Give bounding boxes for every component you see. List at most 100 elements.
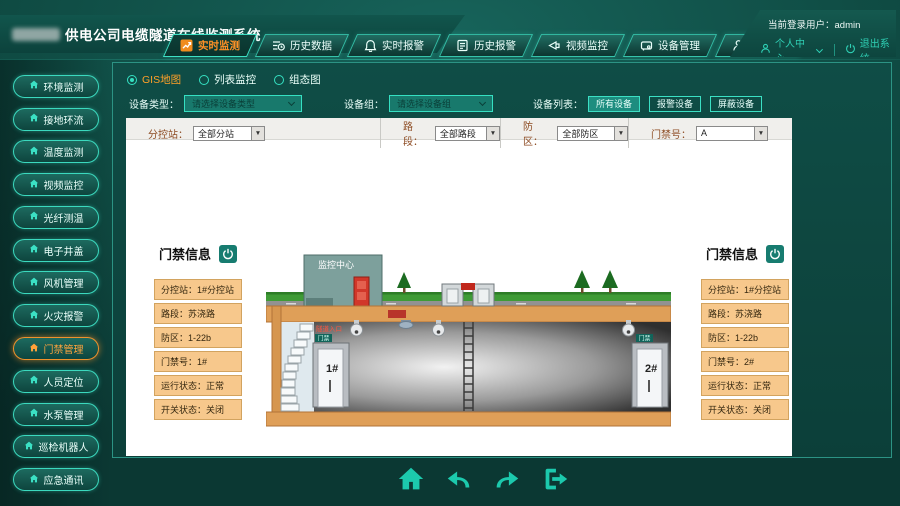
home-icon xyxy=(29,244,39,256)
station-value: 全部分站 xyxy=(198,127,234,140)
sidebar-item-fan-manage[interactable]: 风机管理 xyxy=(13,271,99,294)
road-select[interactable]: 全部路段▼ xyxy=(435,126,500,141)
dropdown-arrow-icon: ▼ xyxy=(754,127,767,140)
shielded-devices-button[interactable]: 屏蔽设备 xyxy=(710,96,762,112)
door-tag: 门禁 xyxy=(638,335,650,343)
radio-schematic[interactable]: 组态图 xyxy=(274,72,321,87)
tab-device-manage[interactable]: 设备管理 xyxy=(623,34,717,57)
station-filter-label: 分控站： xyxy=(148,126,188,141)
door-info-row: 运行状态：正常 xyxy=(701,375,789,396)
zone-select[interactable]: 全部防区▼ xyxy=(557,126,628,141)
tab-label: 设备管理 xyxy=(658,38,700,53)
home-icon xyxy=(29,277,39,289)
door-info-row: 开关状态：关闭 xyxy=(154,399,242,420)
door-power-button[interactable] xyxy=(219,245,237,263)
sidebar-item-fire-alarm[interactable]: 火灾报警 xyxy=(13,304,99,327)
main-panel: GIS地图 列表监控 组态图 设备类型： 请选择设备类型 设备组： 请选择设备组… xyxy=(112,62,892,458)
logout-link[interactable]: 退出系统 xyxy=(860,35,896,65)
undo-button[interactable] xyxy=(442,462,476,496)
station-select[interactable]: 全部分站 ▼ xyxy=(193,126,265,141)
sidebar-item-temp-monitor[interactable]: 温度监测 xyxy=(13,140,99,163)
door-number: 2# xyxy=(645,363,657,375)
door-info-title: 门禁信息 xyxy=(706,244,758,263)
sidebar-item-door-access[interactable]: 门禁管理 xyxy=(13,337,99,360)
sidebar-item-label: 应急通讯 xyxy=(44,472,84,487)
tab-history-data[interactable]: 历史数据 xyxy=(255,34,349,57)
radio-list-monitor[interactable]: 列表监控 xyxy=(199,72,256,87)
tab-realtime-alarm[interactable]: 实时报警 xyxy=(347,34,441,57)
ceiling-sign xyxy=(388,310,406,318)
tab-label: 历史报警 xyxy=(474,38,516,53)
current-user-label: 当前登录用户：admin xyxy=(768,17,896,31)
sidebar-item-label: 火灾报警 xyxy=(44,308,84,323)
device-filter-row: 设备类型： 请选择设备类型 设备组： 请选择设备组 设备列表： 所有设备 报警设… xyxy=(129,95,771,112)
tab-video-monitor[interactable]: 视频监控 xyxy=(531,34,625,57)
tree xyxy=(602,270,618,293)
dropdown-arrow-icon: ▼ xyxy=(251,127,264,140)
sidebar-item-label: 门禁管理 xyxy=(44,341,84,356)
radio-gis-map[interactable]: GIS地图 xyxy=(127,72,181,87)
sidebar-item-label: 光纤测温 xyxy=(44,210,84,225)
realtime-monitor-icon xyxy=(180,39,193,52)
footer-nav xyxy=(112,462,854,496)
sidebar-item-personnel-locate[interactable]: 人员定位 xyxy=(13,370,99,393)
all-devices-button[interactable]: 所有设备 xyxy=(588,96,640,112)
power-icon xyxy=(845,43,856,57)
door-info-row: 门禁号：2# xyxy=(701,351,789,372)
sidebar-item-label: 接地环流 xyxy=(44,112,84,127)
sidebar-item-label: 水泵管理 xyxy=(44,407,84,422)
dropdown-arrow-icon: ▼ xyxy=(486,127,499,140)
tab-history-alarm[interactable]: 历史报警 xyxy=(439,34,533,57)
door-power-button[interactable] xyxy=(766,245,784,263)
door-info-row: 门禁号：1# xyxy=(154,351,242,372)
history-data-icon xyxy=(272,39,285,52)
tab-realtime-monitor[interactable]: 实时监测 xyxy=(163,34,257,57)
redo-button[interactable] xyxy=(490,462,524,496)
tunnel-bottom-slab xyxy=(266,412,671,426)
sidebar-item-label: 人员定位 xyxy=(44,374,84,389)
ceiling-lamp-icon xyxy=(399,320,413,329)
door-no-select[interactable]: A▼ xyxy=(696,126,768,141)
door-number: 1# xyxy=(326,363,338,375)
device-group-label: 设备组： xyxy=(344,96,384,111)
main-nav-tabs: 实时监测 历史数据 实时报警 历史报警 xyxy=(168,34,804,57)
chevron-down-icon xyxy=(288,99,295,106)
sidebar-item-manhole-cover[interactable]: 电子井盖 xyxy=(13,239,99,262)
device-type-value: 请选择设备类型 xyxy=(192,97,255,110)
door-2[interactable]: 门禁 2# xyxy=(632,334,668,407)
door-info-row: 分控站：1#分控站 xyxy=(701,279,789,300)
sidebar-item-patrol-robot[interactable]: 巡检机器人 xyxy=(13,435,99,458)
home-icon xyxy=(29,310,39,322)
user-area: 当前登录用户：admin 个人中心 退出系统 xyxy=(730,10,896,57)
home-icon xyxy=(29,80,39,92)
door-info-row: 运行状态：正常 xyxy=(154,375,242,396)
radio-dot xyxy=(274,75,284,85)
door-info-panel-1: 门禁信息 分控站：1#分控站 路段：苏浇路 防区：1-22b 门禁号：1# 运行… xyxy=(154,244,242,420)
chevron-down-icon xyxy=(816,46,823,53)
door-info-row: 路段：苏浇路 xyxy=(701,303,789,324)
device-group-select[interactable]: 请选择设备组 xyxy=(389,95,493,112)
view-switch: GIS地图 列表监控 组态图 xyxy=(127,72,321,87)
sidebar-item-label: 风机管理 xyxy=(44,275,84,290)
exit-button[interactable] xyxy=(538,462,572,496)
sidebar-item-ground-current[interactable]: 接地环流 xyxy=(13,108,99,131)
door-info-panel-2: 门禁信息 分控站：1#分控站 路段：苏浇路 防区：1-22b 门禁号：2# 运行… xyxy=(701,244,789,420)
home-button[interactable] xyxy=(394,462,428,496)
door-info-row: 开关状态：关闭 xyxy=(701,399,789,420)
home-icon xyxy=(29,179,39,191)
sidebar-item-fiber-temp[interactable]: 光纤测温 xyxy=(13,206,99,229)
door-info-row: 路段：苏浇路 xyxy=(154,303,242,324)
device-type-select[interactable]: 请选择设备类型 xyxy=(184,95,302,112)
zone-value: 全部防区 xyxy=(562,127,598,140)
door-tag: 门禁 xyxy=(317,335,329,343)
home-icon xyxy=(29,408,39,420)
profile-link[interactable]: 个人中心 xyxy=(775,35,811,65)
alarm-devices-button[interactable]: 报警设备 xyxy=(649,96,701,112)
device-icon xyxy=(640,39,653,52)
sidebar-item-video-monitor[interactable]: 视频监控 xyxy=(13,173,99,196)
tunnel-diagram: 监控中心 xyxy=(266,254,671,429)
sidebar-item-emergency-comm[interactable]: 应急通讯 xyxy=(13,468,99,491)
sidebar-item-pump-manage[interactable]: 水泵管理 xyxy=(13,403,99,426)
sidebar-item-env-monitor[interactable]: 环境监测 xyxy=(13,75,99,98)
door-1[interactable]: 门禁 1# xyxy=(313,334,349,407)
